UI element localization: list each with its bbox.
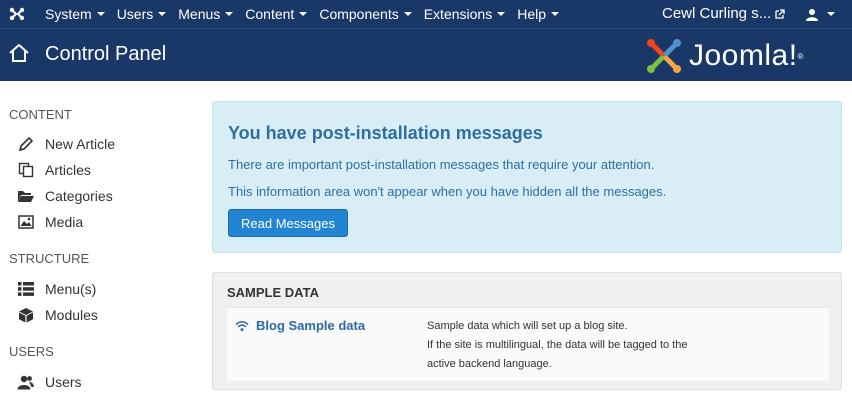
sidebar-item-label: Articles [45,162,91,178]
sample-data-description: Sample data which will set up a blog sit… [427,317,688,374]
sample-data-row: Blog Sample data Sample data which will … [227,307,829,381]
alert-text-line2: This information area won't appear when … [228,184,667,199]
joomla-logo: Joomla! ® [645,37,803,75]
user-icon [806,8,818,21]
list-icon [17,281,34,297]
caret-down-icon [551,12,559,16]
joomla-logo-icon [647,39,681,73]
read-messages-button[interactable]: Read Messages [228,209,348,237]
sidebar-item-media[interactable]: Media [17,211,83,233]
top-navbar: System Users Menus Content Components Ex… [0,0,852,28]
sidebar-item-label: Modules [45,307,98,323]
menu-label: Extensions [423,5,493,22]
alert-title: You have post-installation messages [228,123,543,143]
sidebar-item-categories[interactable]: Categories [17,185,113,207]
menu-label: Content [245,5,295,22]
sidebar-heading-users: USERS [9,344,54,359]
caret-down-icon [299,12,308,16]
page-title: Control Panel [45,43,167,65]
caret-down-icon [827,12,835,16]
sidebar-item-label: Menu(s) [45,281,97,297]
menu-users[interactable]: Users [109,0,171,28]
sidebar-heading-content: CONTENT [9,107,72,122]
alert-text-line1: There are important post-installation me… [228,157,655,172]
description-line: Sample data which will set up a blog sit… [427,320,628,332]
description-line: active backend language. [427,358,552,370]
wifi-icon [235,320,249,331]
sample-data-panel: SAMPLE DATA Blog Sample data Sample data… [212,272,842,390]
blog-sample-data-link[interactable]: Blog Sample data [235,318,365,333]
post-install-alert: You have post-installation messages Ther… [212,101,842,253]
menu-content[interactable]: Content [237,0,311,28]
copy-icon [17,162,34,178]
sidebar-item-label: Media [45,214,84,230]
menu-label: Help [517,5,546,22]
menu-help[interactable]: Help [509,0,563,28]
sidebar: CONTENT New Article Articles Categories … [0,81,200,401]
menu-label: Menus [178,5,221,22]
sidebar-item-new-article[interactable]: New Article [17,133,115,155]
sidebar-heading-structure: STRUCTURE [9,251,90,266]
sidebar-item-modules[interactable]: Modules [17,304,98,326]
blog-sample-data-label: Blog Sample data [256,318,366,333]
caret-down-icon [158,12,167,16]
home-icon[interactable] [8,43,30,63]
menu-menus[interactable]: Menus [170,0,237,28]
user-menu[interactable] [806,6,839,22]
sidebar-item-articles[interactable]: Articles [17,159,91,181]
cube-icon [17,307,34,323]
sidebar-item-menus[interactable]: Menu(s) [17,278,96,300]
menu-extensions[interactable]: Extensions [416,0,509,28]
caret-down-icon [225,12,234,16]
pencil-icon [17,136,34,152]
external-link-icon [775,9,785,19]
folder-open-icon [17,188,34,204]
caret-down-icon [497,12,506,16]
joomla-brand-icon[interactable] [9,6,25,22]
description-line: If the site is multilingual, the data wi… [427,339,688,351]
logo-text: Joomla! [689,39,798,72]
sidebar-item-users[interactable]: Users [17,371,82,393]
image-icon [17,214,34,230]
menu-label: System [45,5,92,22]
sample-data-heading: SAMPLE DATA [227,285,319,300]
caret-down-icon [96,12,105,16]
sidebar-item-label: Categories [45,188,113,204]
logo-registered: ® [797,51,804,61]
caret-down-icon [403,12,412,16]
users-icon [17,374,34,390]
menu-components[interactable]: Components [311,0,415,28]
site-name: Cewl Curling s... [662,5,772,22]
sidebar-item-label: New Article [45,136,116,152]
menu-system[interactable]: System [37,0,109,28]
main-menu: System Users Menus Content Components Ex… [37,0,563,28]
page-header: Control Panel Joomla! ® [0,28,852,81]
menu-label: Components [319,5,399,22]
sidebar-item-label: Users [45,374,82,390]
site-link[interactable]: Cewl Curling s... [662,0,785,28]
menu-label: Users [116,5,154,22]
